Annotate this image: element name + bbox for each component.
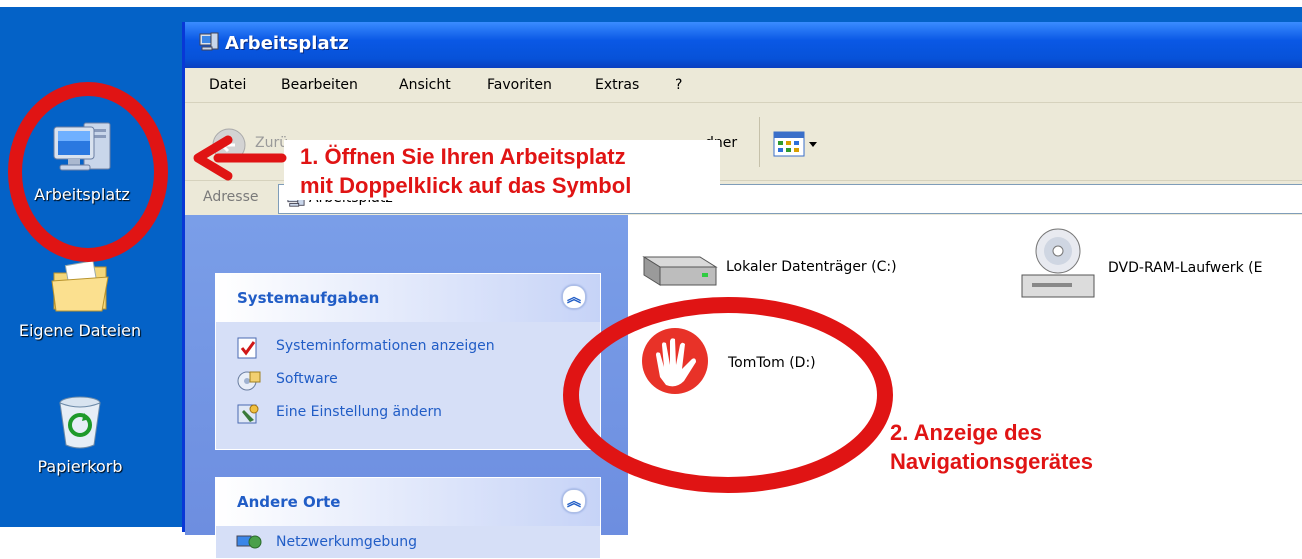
network-icon [236, 535, 262, 549]
menu-bar: Datei Bearbeiten Ansicht Favoriten Extra… [185, 68, 1302, 103]
tomtom-icon [642, 328, 708, 394]
address-label: Adresse [203, 189, 259, 205]
step2-line2: Navigationsgerätes [890, 449, 1093, 474]
drive-e[interactable]: DVD-RAM-Laufwerk (E [1018, 225, 1262, 309]
menu-file[interactable]: Datei [209, 77, 246, 93]
system-tasks-header[interactable]: Systemaufgaben ︽ [216, 274, 600, 322]
step1-line1: 1. Öffnen Sie Ihren Arbeitsplatz [300, 144, 626, 169]
step1-line2: mit Doppelklick auf das Symbol [300, 173, 632, 198]
drive-label: TomTom (D:) [728, 355, 816, 371]
task-label: Netzwerkumgebung [276, 534, 417, 550]
menu-edit[interactable]: Bearbeiten [281, 77, 358, 93]
drive-c[interactable]: Lokaler Datenträger (C:) [638, 243, 897, 297]
menu-help[interactable]: ? [675, 77, 682, 93]
task-label: Eine Einstellung ändern [276, 404, 442, 420]
dvd-drive-icon [1021, 228, 1095, 298]
desktop-icon-my-documents[interactable]: Eigene Dateien [0, 259, 160, 340]
step1-callout: 1. Öffnen Sie Ihren Arbeitsplatz mit Dop… [284, 140, 720, 200]
system-tasks-title: Systemaufgaben [237, 289, 380, 307]
drive-label: DVD-RAM-Laufwerk (E [1108, 260, 1263, 276]
menu-view[interactable]: Ansicht [399, 77, 451, 93]
desktop-icon-recycle-bin[interactable]: Papierkorb [0, 391, 160, 476]
system-info-icon [237, 337, 257, 359]
collapse-button[interactable]: ︽ [562, 489, 586, 513]
step2-line1: 2. Anzeige des [890, 420, 1043, 445]
recycle-bin-icon [59, 396, 101, 449]
my-documents-icon [51, 260, 109, 312]
back-arrow-icon[interactable] [211, 127, 247, 163]
menu-favorites[interactable]: Favoriten [487, 77, 552, 93]
hard-drive-icon [642, 256, 718, 286]
content-area: Lokaler Datenträger (C:) DVD-RAM-Laufwer… [628, 215, 1302, 535]
desktop-icon-my-computer[interactable]: Arbeitsplatz [2, 119, 162, 204]
toolbar-separator [759, 117, 760, 167]
control-panel-icon [237, 404, 259, 424]
desktop-icon-label: Papierkorb [37, 457, 123, 476]
collapse-button[interactable]: ︽ [562, 285, 586, 309]
drive-label: Lokaler Datenträger (C:) [726, 259, 897, 275]
drive-d[interactable]: TomTom (D:) [640, 325, 816, 401]
system-tasks-panel: Systemaufgaben ︽ Systeminformationen anz… [215, 273, 601, 450]
desktop-icon-label: Arbeitsplatz [34, 185, 130, 204]
software-icon [237, 371, 261, 391]
step2-callout: 2. Anzeige des Navigationsgerätes [882, 416, 1160, 478]
task-label: Software [276, 371, 338, 387]
other-places-panel: Andere Orte ︽ Netzwerkumgebung [215, 477, 601, 559]
title-bar[interactable]: Arbeitsplatz [185, 22, 1302, 68]
my-computer-icon [199, 32, 219, 51]
window-title: Arbeitsplatz [225, 33, 349, 54]
my-computer-icon [53, 122, 111, 171]
views-icon[interactable] [773, 131, 825, 157]
desktop-icon-label: Eigene Dateien [18, 321, 142, 340]
task-pane: Systemaufgaben ︽ Systeminformationen anz… [185, 215, 628, 559]
other-places-header[interactable]: Andere Orte ︽ [216, 478, 600, 526]
chevron-up-icon: ︽ [567, 290, 581, 306]
task-label: Systeminformationen anzeigen [276, 338, 495, 354]
menu-tools[interactable]: Extras [595, 77, 639, 93]
chevron-up-icon: ︽ [567, 494, 581, 510]
other-places-title: Andere Orte [237, 493, 341, 511]
